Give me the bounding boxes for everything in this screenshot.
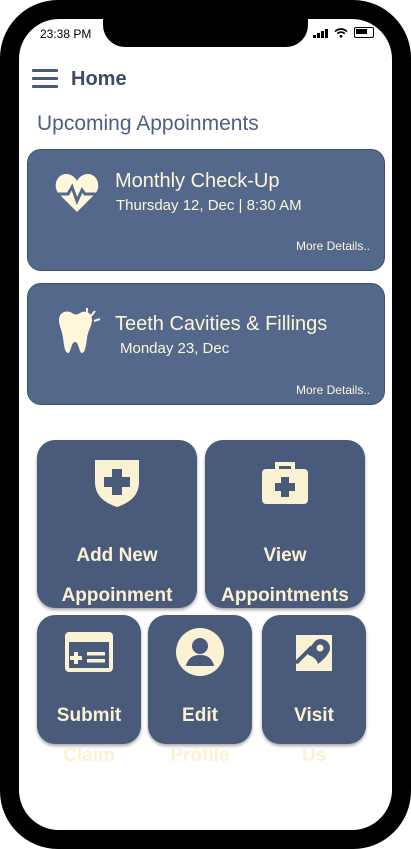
hamburger-menu-icon[interactable] — [32, 69, 58, 89]
add-appointment-line2: Appoinment — [61, 585, 173, 606]
user-avatar-icon — [176, 628, 224, 676]
shield-plus-icon — [95, 460, 139, 507]
battery-icon — [354, 27, 374, 38]
appointment-title: Teeth Cavities & Fillings — [115, 313, 328, 335]
edit-profile-line1: Edit — [182, 705, 218, 726]
visit-us-button[interactable]: Visit Us — [262, 615, 366, 766]
submit-claim-line2: Claim — [63, 745, 115, 766]
add-appointment-button[interactable]: Add New Appoinment — [37, 440, 197, 608]
view-appointments-line1: View — [263, 545, 307, 566]
visit-us-line2: Us — [301, 745, 327, 766]
phone-mockup: 23:38 PM Home Upcoming Appoinments Month… — [0, 0, 411, 849]
claim-card-icon — [65, 632, 113, 672]
tooth-icon — [59, 308, 101, 353]
appointment-title: Monthly Check-Up — [115, 170, 280, 192]
status-icons — [313, 27, 374, 38]
appointment-date: Thursday 12, Dec | 8:30 AM — [116, 197, 302, 214]
upcoming-appointments-heading: Upcoming Appoinments — [37, 112, 259, 135]
page-title: Home — [71, 68, 127, 90]
appointment-card-teeth[interactable]: Teeth Cavities & Fillings Monday 23, Dec… — [27, 283, 385, 405]
edit-profile-line2: Profile — [170, 745, 230, 766]
wifi-icon — [334, 27, 348, 38]
phone-notch — [103, 19, 308, 47]
appointment-date: Monday 23, Dec — [120, 340, 230, 357]
status-time: 23:38 PM — [40, 27, 92, 41]
medical-kit-icon — [262, 462, 308, 504]
visit-us-line1: Visit — [294, 705, 334, 726]
heart-pulse-icon — [55, 174, 99, 212]
submit-claim-button[interactable]: Submit Claim — [37, 615, 141, 766]
more-details-link[interactable]: More Details.. — [296, 239, 370, 253]
view-appointments-line2: Appointments — [221, 585, 349, 606]
edit-profile-button[interactable]: Edit Profile — [148, 615, 252, 766]
add-appointment-line1: Add New — [76, 545, 158, 566]
submit-claim-line1: Submit — [56, 705, 122, 726]
map-pin-icon — [294, 635, 332, 671]
more-details-link[interactable]: More Details.. — [296, 383, 370, 397]
app-screen: 23:38 PM Home Upcoming Appoinments Month… — [19, 19, 392, 830]
view-appointments-button[interactable]: View Appointments — [205, 440, 365, 608]
appointment-card-checkup[interactable]: Monthly Check-Up Thursday 12, Dec | 8:30… — [27, 149, 385, 271]
signal-icon — [313, 28, 328, 38]
